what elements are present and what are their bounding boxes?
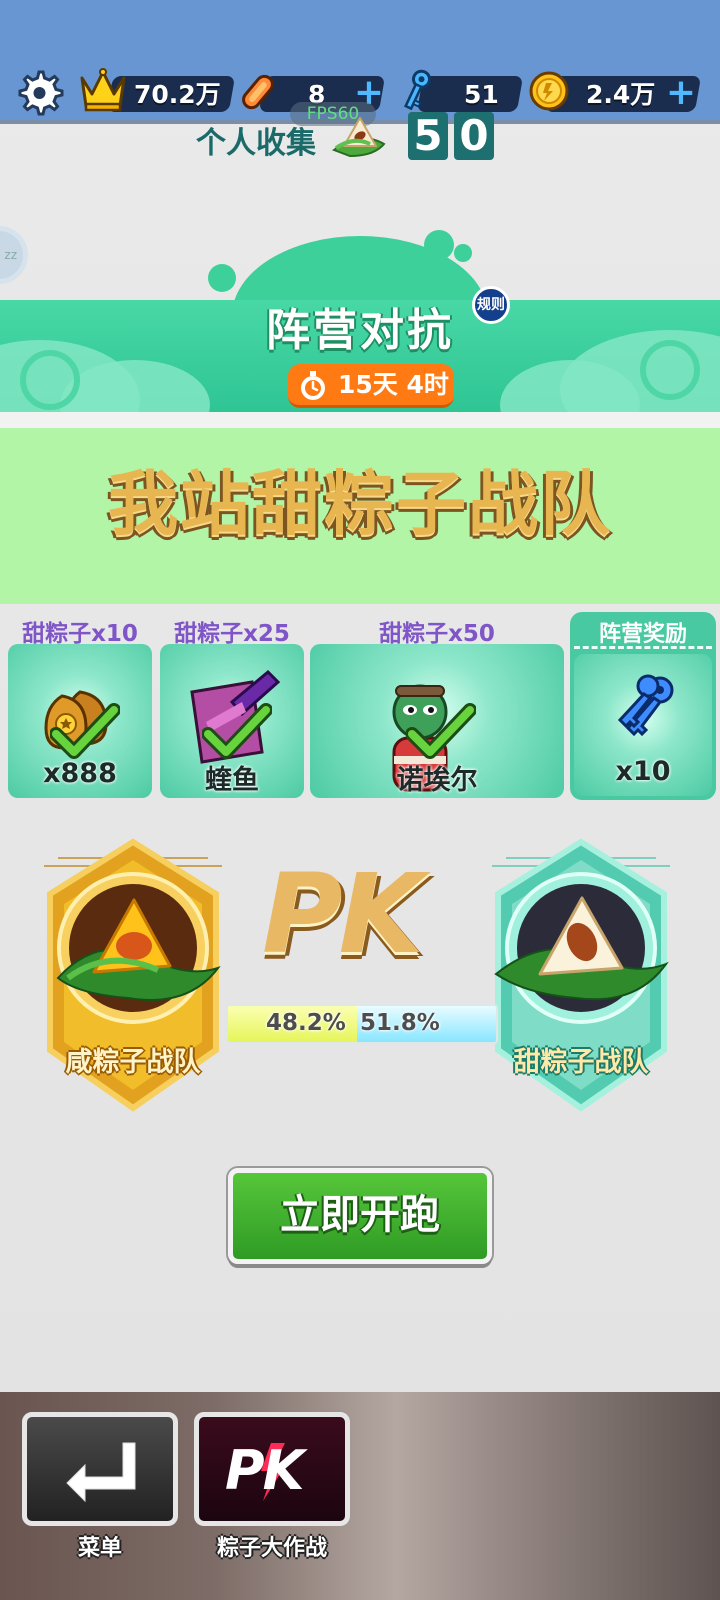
reward-card-character[interactable]: 诺埃尔 [310,644,564,798]
menu-button[interactable] [22,1412,178,1526]
sweet-zongzi-icon [331,117,386,158]
reward-tier-label: 甜粽子x10 [22,621,138,647]
add-coins-button[interactable]: + [664,75,698,111]
personal-collection-label: 个人收集 [196,126,316,161]
claimed-check-icon [202,703,272,759]
salty-percent: 48.2% [266,1010,346,1036]
banner-bubble [424,230,454,260]
collection-digit: 0 [454,112,494,160]
sweet-team-name: 甜粽子战队 [513,1047,649,1078]
team-reward-body: x10 [574,654,712,796]
coins-value: 2.4万 [586,80,656,109]
crowns-value: 70.2万 [134,80,221,109]
stopwatch-icon [301,371,325,400]
team-reward-divider [574,646,712,649]
banner-bubble [208,264,236,292]
reward-card-coins[interactable]: x888 [8,644,152,798]
reward-count: 诺埃尔 [396,765,478,796]
reward-count: x10 [615,756,671,787]
menu-label: 菜单 [77,1536,122,1561]
banner-bubble [454,244,472,262]
pk-logo-text: PK [225,1439,304,1502]
hoverboard-icon [242,74,274,110]
start-run-button[interactable]: 立即开跑 [228,1168,492,1264]
claimed-check-icon [406,703,476,759]
banner-divider [0,412,720,428]
salty-team-name: 咸粽子战队 [65,1047,201,1078]
timer-text: 15天 4时 [338,370,449,399]
zongzi-event-label: 粽子大作战 [216,1536,327,1561]
pk-title: PK [262,850,424,978]
coin-icon [529,71,569,111]
zongzi-event-button[interactable]: PK [194,1412,350,1526]
team-reward-label: 阵营奖励 [598,622,687,647]
team-title: 我站甜粽子战队 [108,463,612,545]
sweet-percent: 51.8% [360,1010,440,1036]
claimed-check-icon [50,703,120,759]
reward-count: 蝰鱼 [205,765,259,796]
event-timer: 15天 4时 [288,364,454,408]
reward-count: x888 [43,758,117,789]
banner-cloud-swirl [20,350,80,410]
keys-icon [617,674,674,737]
rules-button[interactable]: 规则 [472,286,510,324]
reward-card-board[interactable]: 蝰鱼 [160,644,304,798]
key-icon [404,69,431,111]
return-arrow-icon [66,1442,136,1503]
reward-tier-label: 甜粽子x50 [379,621,495,647]
collection-digit: 5 [408,112,448,160]
reward-tier-label: 甜粽子x25 [174,621,290,647]
keys-value: 51 [464,80,499,109]
team-panel: 我站甜粽子战队 [0,428,720,604]
banner-title: 阵营对抗 [266,305,454,356]
crown-icon [80,68,126,112]
settings-gear-icon[interactable] [14,68,64,118]
